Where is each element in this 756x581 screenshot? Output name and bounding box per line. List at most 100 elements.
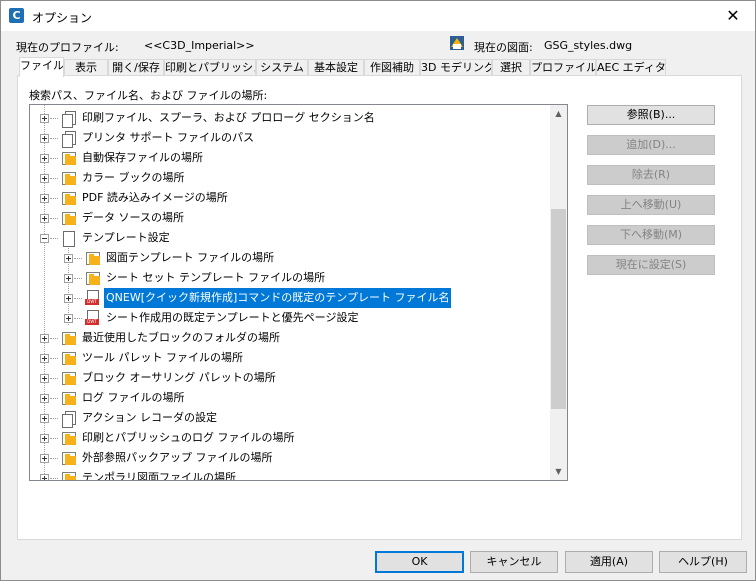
tree-connector — [74, 298, 82, 299]
tree-item[interactable]: 自動保存ファイルの場所 — [30, 148, 551, 168]
tab-drafting[interactable]: 作図補助 — [364, 59, 420, 76]
tab-system[interactable]: システム — [256, 59, 308, 76]
tree-item-label: アクション レコーダの設定 — [82, 411, 217, 424]
search-paths-tree[interactable]: 印刷ファイル、スプーラ、および プロローグ セクション名 プリンタ サポート フ… — [29, 104, 568, 481]
tree-item-label: テンプレート設定 — [82, 231, 170, 244]
window-title: オプション — [32, 11, 93, 25]
expand-icon[interactable] — [40, 474, 49, 480]
folder-icon — [60, 330, 76, 346]
tree-item[interactable]: データ ソースの場所 — [30, 208, 551, 228]
tree-item[interactable]: 印刷ファイル、スプーラ、および プロローグ セクション名 — [30, 108, 551, 128]
tree-connector — [74, 258, 82, 259]
current-profile-label: 現在のプロファイル: — [16, 41, 119, 54]
expand-icon[interactable] — [64, 314, 73, 323]
tree-item[interactable]: 図面テンプレート ファイルの場所 — [30, 248, 551, 268]
expand-icon[interactable] — [40, 434, 49, 443]
tree-item[interactable]: ログ ファイルの場所 — [30, 388, 551, 408]
expand-icon[interactable] — [40, 454, 49, 463]
browse-button[interactable]: 参照(B)... — [587, 105, 715, 125]
tree-item[interactable]: テンポラリ図面ファイルの場所 — [30, 468, 551, 480]
folder-icon — [60, 430, 76, 446]
tree-connector — [50, 358, 58, 359]
collapse-icon[interactable] — [40, 234, 49, 243]
ok-button[interactable]: OK — [375, 551, 464, 573]
tree-viewport: 印刷ファイル、スプーラ、および プロローグ セクション名 プリンタ サポート フ… — [30, 105, 551, 480]
pages-icon — [60, 130, 76, 148]
tree-item[interactable]: 最近使用したブロックのフォルダの場所 — [30, 328, 551, 348]
folder-icon — [60, 150, 76, 166]
expand-icon[interactable] — [40, 214, 49, 223]
expand-icon[interactable] — [40, 194, 49, 203]
tree-item-label: PDF 読み込みイメージの場所 — [82, 191, 228, 204]
set-current-button[interactable]: 現在に設定(S) — [587, 255, 715, 275]
tab-display[interactable]: 表示 — [64, 59, 108, 76]
tree-item-label: 印刷ファイル、スプーラ、および プロローグ セクション名 — [82, 111, 375, 124]
scroll-down-arrow-icon[interactable]: ▼ — [550, 463, 567, 480]
tree-item-label: シート セット テンプレート ファイルの場所 — [106, 271, 326, 284]
tree-item-label: ログ ファイルの場所 — [82, 391, 185, 404]
tree-item-selected[interactable]: DWT QNEW[クイック新規作成]コマンドの既定のテンプレート ファイル名 — [30, 288, 551, 308]
tree-item[interactable]: 印刷とパブリッシュのログ ファイルの場所 — [30, 428, 551, 448]
document-icon — [60, 230, 76, 247]
move-up-button[interactable]: 上へ移動(U) — [587, 195, 715, 215]
scrollbar-thumb[interactable] — [551, 209, 566, 409]
tree-item[interactable]: ツール パレット ファイルの場所 — [30, 348, 551, 368]
tree-item[interactable]: PDF 読み込みイメージの場所 — [30, 188, 551, 208]
folder-icon — [60, 450, 76, 466]
folder-icon — [60, 170, 76, 186]
expand-icon[interactable] — [40, 174, 49, 183]
tab-files[interactable]: ファイル — [19, 57, 64, 77]
expand-icon[interactable] — [64, 254, 73, 263]
expand-icon[interactable] — [40, 394, 49, 403]
search-paths-label: 検索パス、ファイル名、および ファイルの場所: — [29, 89, 268, 102]
help-button[interactable]: ヘルプ(H) — [659, 551, 747, 573]
expand-icon[interactable] — [40, 354, 49, 363]
tree-connector — [50, 238, 58, 239]
move-down-button[interactable]: 下へ移動(M) — [587, 225, 715, 245]
tab-selection[interactable]: 選択 — [492, 59, 530, 76]
pages-icon — [60, 110, 76, 128]
tab-3d-modeling[interactable]: 3D モデリング — [420, 59, 492, 76]
add-button[interactable]: 追加(D)... — [587, 135, 715, 155]
expand-icon[interactable] — [64, 274, 73, 283]
tree-item-label: QNEW[クイック新規作成]コマンドの既定のテンプレート ファイル名 — [104, 288, 452, 308]
tree-connector — [50, 398, 58, 399]
scroll-up-arrow-icon[interactable]: ▲ — [550, 105, 567, 122]
tree-connector — [50, 138, 58, 139]
tree-item-label: プリンタ サポート ファイルのパス — [82, 131, 254, 144]
apply-button[interactable]: 適用(A) — [565, 551, 653, 573]
drawing-file-icon — [450, 36, 464, 50]
tab-aec-editor[interactable]: AEC エディタ — [596, 59, 666, 76]
expand-icon[interactable] — [40, 154, 49, 163]
title-bar: C オプション ✕ — [1, 1, 755, 31]
expand-icon[interactable] — [64, 294, 73, 303]
tree-item[interactable]: ブロック オーサリング パレットの場所 — [30, 368, 551, 388]
close-icon[interactable]: ✕ — [711, 1, 755, 31]
tab-profiles[interactable]: プロファイル — [530, 59, 596, 76]
tree-item-label: データ ソースの場所 — [82, 211, 184, 224]
tab-open-save[interactable]: 開く/保存 — [108, 59, 164, 76]
tree-item[interactable]: プリンタ サポート ファイルのパス — [30, 128, 551, 148]
tree-connector — [50, 178, 58, 179]
expand-icon[interactable] — [40, 114, 49, 123]
tree-item[interactable]: カラー ブックの場所 — [30, 168, 551, 188]
tree-connector — [50, 458, 58, 459]
tree-item[interactable]: シート セット テンプレート ファイルの場所 — [30, 268, 551, 288]
tab-user-preferences[interactable]: 基本設定 — [308, 59, 364, 76]
expand-icon[interactable] — [40, 414, 49, 423]
tree-item-label: 自動保存ファイルの場所 — [82, 151, 203, 164]
tree-item[interactable]: DWT シート作成用の既定テンプレートと優先ページ設定 — [30, 308, 551, 328]
cancel-button[interactable]: キャンセル — [470, 551, 558, 573]
tab-plot-publish[interactable]: 印刷とパブリッシュ — [164, 59, 256, 76]
expand-icon[interactable] — [40, 334, 49, 343]
expand-icon[interactable] — [40, 134, 49, 143]
remove-button[interactable]: 除去(R) — [587, 165, 715, 185]
folder-icon — [84, 250, 100, 266]
tree-item-expanded[interactable]: テンプレート設定 — [30, 228, 551, 248]
tree-vertical-scrollbar[interactable]: ▲ ▼ — [550, 105, 567, 480]
expand-icon[interactable] — [40, 374, 49, 383]
tree-item-label: ブロック オーサリング パレットの場所 — [82, 371, 276, 384]
tree-item[interactable]: アクション レコーダの設定 — [30, 408, 551, 428]
tree-item-label: テンポラリ図面ファイルの場所 — [82, 471, 236, 480]
tree-item[interactable]: 外部参照パックアップ ファイルの場所 — [30, 448, 551, 468]
